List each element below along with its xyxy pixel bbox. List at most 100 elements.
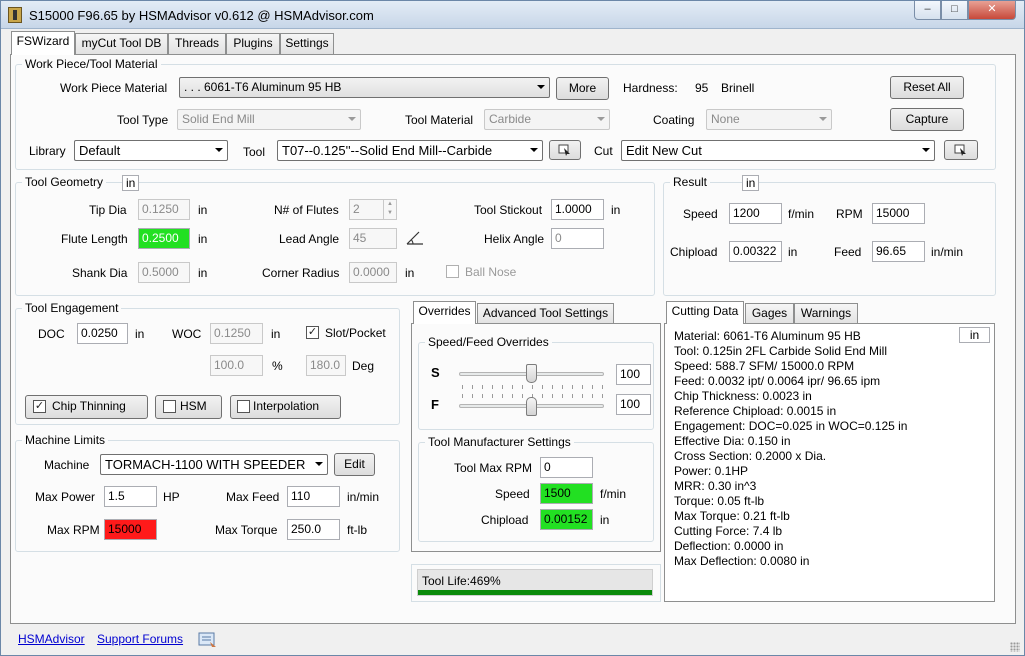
chevron-down-icon [348,117,356,121]
cutting-data-line: Chip Thickness: 0.0023 in [674,389,812,403]
angle-icon [406,231,423,245]
max-torque-input[interactable]: 250.0 [287,519,340,540]
hardness-label: Hardness: [623,81,678,95]
max-power-label: Max Power [35,490,96,504]
tool-type-select[interactable]: Solid End Mill [177,109,361,130]
result-chipload-input[interactable]: 0.00322 [729,241,782,262]
result-rpm-input[interactable]: 15000 [872,203,925,224]
chip-thinning-toggle[interactable]: ✓ Chip Thinning [25,395,148,419]
edit-machine-button[interactable]: Edit [334,453,375,476]
material-select[interactable]: . . . 6061-T6 Aluminum 95 HB [179,77,550,98]
tab-advanced-tool-settings[interactable]: Advanced Tool Settings [477,303,614,324]
capture-button[interactable]: Capture [890,108,964,131]
support-forums-link[interactable]: Support Forums [97,632,183,646]
tool-material-value: Carbide [489,112,532,126]
ball-nose-checkbox[interactable] [446,265,459,278]
flutes-input[interactable]: 2 ▲ ▼ [349,199,397,220]
cutting-data-line: Power: 0.1HP [674,464,749,478]
chevron-down-icon [215,148,223,152]
machine-label: Machine [44,458,90,472]
more-button[interactable]: More [556,77,609,100]
coating-select[interactable]: None [706,109,832,130]
hsm-toggle[interactable]: HSM [155,395,222,419]
woc-label: WOC [172,327,202,341]
tab-overrides[interactable]: Overrides [413,301,476,324]
flute-length-input[interactable]: 0.2500 [138,228,190,249]
library-select[interactable]: Default [74,140,228,161]
tab-threads[interactable]: Threads [168,33,226,54]
result-feed-input[interactable]: 96.65 [872,241,925,262]
picker-icon [558,144,570,156]
cutting-data-line: Torque: 0.05 ft-lb [674,494,765,508]
max-feed-input[interactable]: 110 [287,486,340,507]
stickout-input[interactable]: 1.0000 [551,199,604,220]
hsm-checkbox[interactable] [163,400,176,413]
tab-cutting-data[interactable]: Cutting Data [666,301,744,324]
f-override-input[interactable]: 100 [616,394,651,415]
library-label: Library [29,144,66,158]
lead-angle-input[interactable]: 45 [349,228,397,249]
tool-type-label: Tool Type [117,113,169,127]
machine-value: TORMACH-1100 WITH SPEEDER [105,457,306,472]
form-icon[interactable] [198,632,218,648]
corner-radius-label: Corner Radius [262,266,340,280]
result-unit-toggle[interactable]: in [742,175,760,191]
tab-warnings[interactable]: Warnings [794,303,858,324]
woc-input[interactable]: 0.1250 [210,323,263,344]
machine-select[interactable]: TORMACH-1100 WITH SPEEDER [100,454,328,475]
chevron-down-icon [315,462,323,466]
max-power-input[interactable]: 1.5 [104,486,157,507]
helix-angle-label: Helix Angle [484,232,545,246]
tab-mycut-tool-db[interactable]: myCut Tool DB [75,33,168,54]
tool-select[interactable]: T07--0.125''--Solid End Mill--Carbide [277,140,543,161]
interpolation-checkbox[interactable] [237,400,250,413]
pick-tool-button[interactable] [549,140,581,160]
f-override-slider[interactable] [526,397,537,416]
max-rpm-input[interactable]: 15000 [104,519,157,540]
tab-fswizard[interactable]: FSWizard [11,31,75,55]
tool-material-select[interactable]: Carbide [484,109,610,130]
spin-up-icon: ▲ [387,201,393,207]
tab-plugins[interactable]: Plugins [226,33,280,54]
workpiece-group-title: Work Piece/Tool Material [22,57,161,71]
cutting-data-line: Tool: 0.125in 2FL Carbide Solid End Mill [674,344,888,358]
flutes-spinner[interactable]: ▲ ▼ [383,200,396,219]
tab-settings[interactable]: Settings [280,33,334,54]
chip-thinning-checkbox[interactable]: ✓ [33,400,46,413]
slot-pocket-checkbox[interactable]: ✓ [306,326,319,339]
manufacturer-chipload-label: Chipload [481,513,529,527]
geometry-unit-toggle[interactable]: in [122,175,140,191]
helix-angle-input[interactable]: 0 [551,228,604,249]
cut-select[interactable]: Edit New Cut [621,140,935,161]
maximize-button[interactable]: □ [941,1,968,20]
s-override-input[interactable]: 100 [616,364,651,385]
reset-all-button[interactable]: Reset All [890,76,964,99]
interpolation-toggle[interactable]: Interpolation [230,395,341,419]
tip-dia-input[interactable]: 0.1250 [138,199,190,220]
close-button[interactable]: ✕ [968,1,1016,20]
cut-label: Cut [594,144,613,158]
corner-radius-input[interactable]: 0.0000 [349,262,397,283]
s-override-slider[interactable] [526,364,537,383]
engagement-angle-input[interactable]: 180.0 [306,355,346,376]
s-override-ticks [462,385,603,389]
pick-cut-button[interactable] [944,140,978,160]
tool-life-label: Tool Life:469% [422,574,501,588]
max-rpm-label: Max RPM [47,523,100,537]
woc-percent-input[interactable]: 100.0 [210,355,263,376]
deg-unit: Deg [352,359,375,373]
doc-input[interactable]: 0.0250 [77,323,128,344]
chevron-down-icon [597,117,605,121]
manufacturer-chipload-input[interactable]: 0.00152 [540,509,593,530]
result-speed-input[interactable]: 1200 [729,203,782,224]
hsmadvisor-link[interactable]: HSMAdvisor [18,632,85,646]
resize-grip[interactable] [1010,642,1020,652]
cutting-data-unit-toggle[interactable]: in [959,327,990,343]
minimize-button[interactable]: – [914,1,941,20]
slot-pocket-label: Slot/Pocket [325,326,386,340]
tool-max-rpm-input[interactable]: 0 [540,457,593,478]
tool-life-fill [418,590,652,595]
manufacturer-speed-input[interactable]: 1500 [540,483,593,504]
shank-dia-input[interactable]: 0.5000 [138,262,190,283]
tab-gages[interactable]: Gages [745,303,794,324]
